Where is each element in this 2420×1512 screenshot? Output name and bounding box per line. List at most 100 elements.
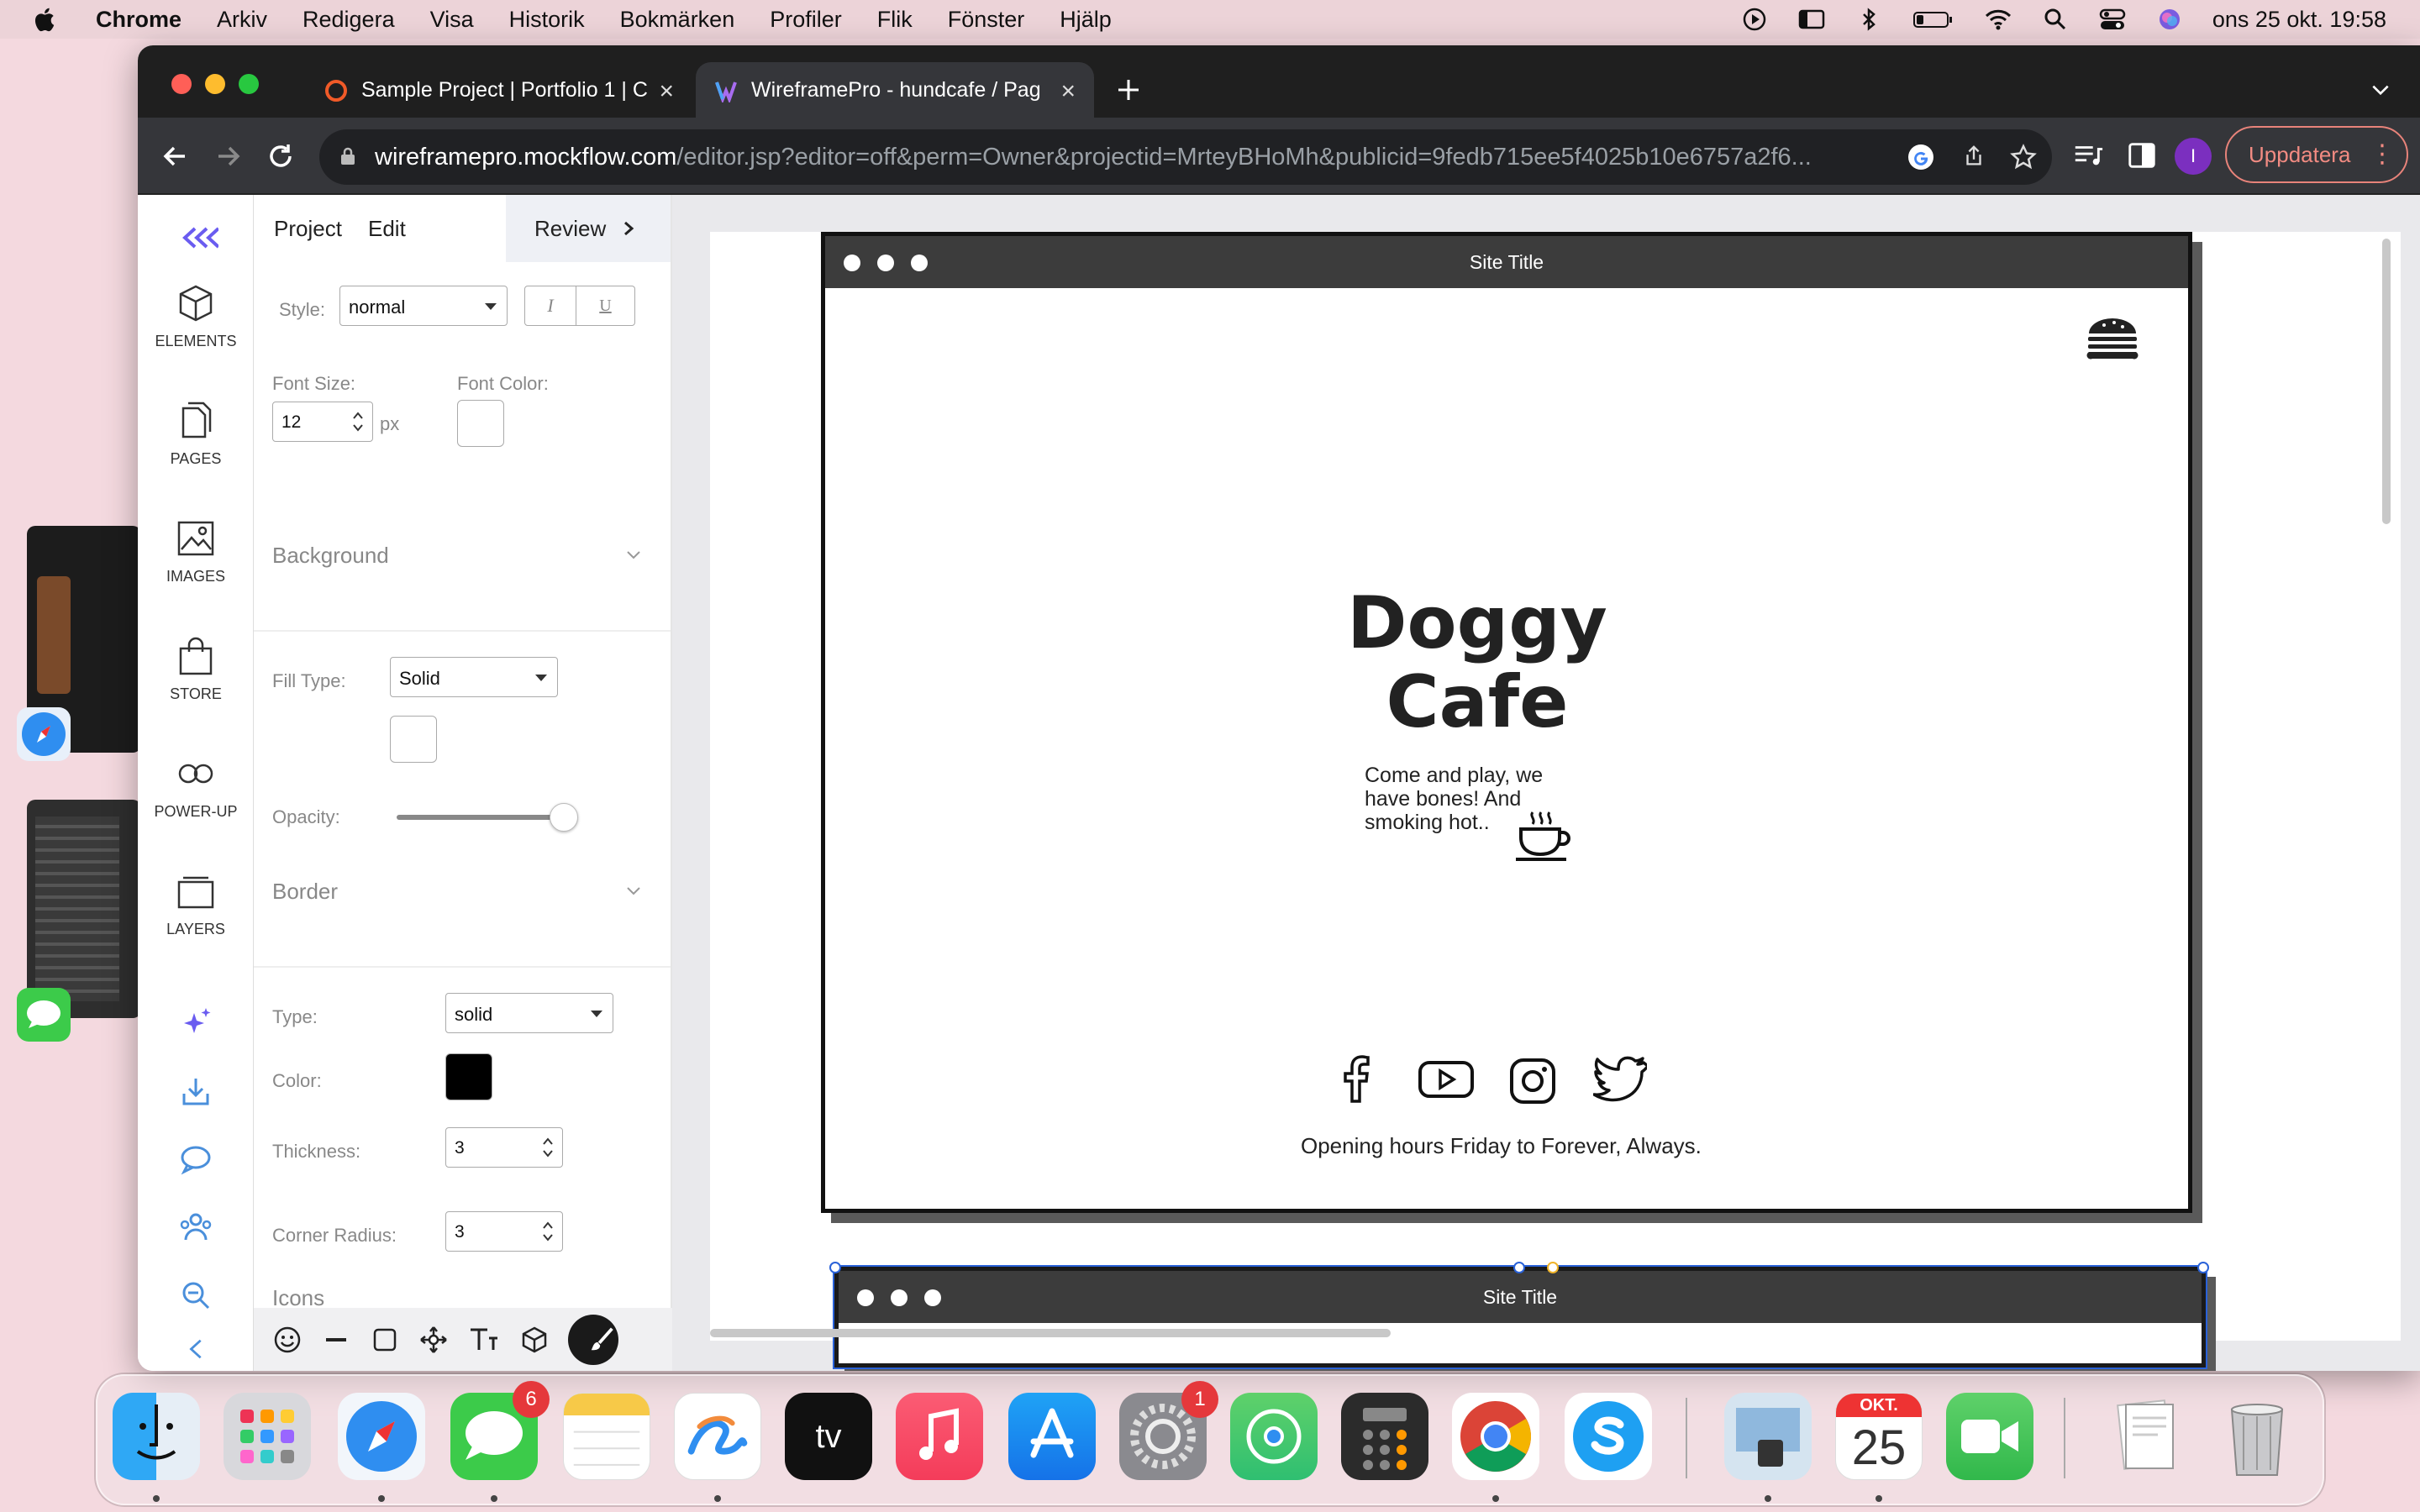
browser-wireframe-frame-2[interactable]: Site Title xyxy=(833,1265,2207,1369)
address-bar[interactable]: wireframepro.mockflow.com/editor.jsp?edi… xyxy=(319,129,2052,185)
ai-sparkle-icon[interactable] xyxy=(179,1006,213,1040)
wifi-icon[interactable] xyxy=(1984,7,2012,32)
dock-chrome-icon[interactable] xyxy=(1452,1393,1539,1480)
comment-icon[interactable] xyxy=(179,1142,213,1176)
corner-radius-stepper[interactable]: 3 xyxy=(445,1211,563,1252)
messages-icon[interactable] xyxy=(17,988,71,1042)
play-circle-icon[interactable] xyxy=(1740,7,1769,32)
dock-app-store-icon[interactable] xyxy=(1008,1393,1096,1480)
back-arrow-icon[interactable] xyxy=(158,139,192,173)
design-canvas[interactable]: Site Title Doggy Cafe Come and play, we … xyxy=(710,232,2401,1369)
menu-profiler[interactable]: Profiler xyxy=(770,7,842,33)
tab-sample-project[interactable]: Sample Project | Portfolio 1 | C × xyxy=(306,62,692,118)
menu-arkiv[interactable]: Arkiv xyxy=(217,7,267,33)
italic-button[interactable]: I xyxy=(524,286,576,326)
new-tab-plus-icon[interactable] xyxy=(1116,77,1141,102)
fill-type-select[interactable]: Solid xyxy=(390,657,558,697)
zoom-window-button[interactable] xyxy=(239,74,259,94)
update-button[interactable]: Uppdatera ⋮ xyxy=(2225,126,2408,183)
dock-documents-stack-icon[interactable] xyxy=(2102,1393,2190,1480)
apple-icon[interactable] xyxy=(32,6,55,33)
iconbar-layers[interactable]: LAYERS xyxy=(138,870,254,938)
border-section-header[interactable]: Border xyxy=(272,879,659,905)
dock-preview-icon[interactable] xyxy=(1724,1393,1812,1480)
menu-app-name[interactable]: Chrome xyxy=(96,7,182,33)
lock-icon[interactable] xyxy=(339,146,356,166)
opacity-slider-handle[interactable] xyxy=(550,803,578,832)
menu-bokmarken[interactable]: Bokmärken xyxy=(620,7,735,33)
rotate-handle[interactable] xyxy=(1547,1262,1559,1273)
style-select[interactable]: normal xyxy=(339,286,508,326)
horizontal-scrollbar[interactable] xyxy=(710,1329,1391,1337)
font-size-stepper[interactable]: 12 xyxy=(272,402,373,442)
rectangle-tool-icon[interactable] xyxy=(370,1325,400,1355)
border-color-swatch[interactable] xyxy=(445,1053,492,1100)
dock-apple-tv-icon[interactable]: tv xyxy=(785,1393,872,1480)
border-type-select[interactable]: solid xyxy=(445,993,613,1033)
download-icon[interactable] xyxy=(179,1075,213,1109)
tab-edit[interactable]: Edit xyxy=(368,216,406,242)
dock-freeform-icon[interactable] xyxy=(674,1393,761,1480)
collapse-double-chevron-icon[interactable] xyxy=(176,225,218,250)
media-queue-icon[interactable] xyxy=(2072,139,2104,171)
underline-button[interactable]: U xyxy=(576,286,635,326)
dock-messages-icon[interactable]: 6 xyxy=(450,1381,550,1480)
menu-redigera[interactable]: Redigera xyxy=(302,7,395,33)
burger-icon[interactable] xyxy=(2086,313,2139,364)
dock-launchpad-icon[interactable] xyxy=(224,1393,311,1480)
control-center-icon[interactable] xyxy=(2098,7,2127,32)
tab-review[interactable]: Review xyxy=(506,195,671,262)
stepper-arrows-icon[interactable] xyxy=(542,1135,554,1160)
opacity-slider-track[interactable] xyxy=(397,815,565,820)
dock-skype-icon[interactable] xyxy=(1565,1393,1652,1480)
team-users-icon[interactable] xyxy=(179,1210,213,1243)
share-icon[interactable] xyxy=(1961,144,1986,169)
side-panel-icon[interactable] xyxy=(2126,139,2158,171)
tab-project[interactable]: Project xyxy=(274,216,342,242)
menu-hjalp[interactable]: Hjälp xyxy=(1060,7,1112,33)
menu-historik[interactable]: Historik xyxy=(509,7,585,33)
font-color-swatch[interactable] xyxy=(457,400,504,447)
text-tool-icon[interactable] xyxy=(467,1325,501,1355)
iconbar-images[interactable]: IMAGES xyxy=(138,517,254,585)
google-icon[interactable] xyxy=(1907,144,1934,171)
dock-calculator-icon[interactable] xyxy=(1341,1393,1428,1480)
background-window-thumbnail-2[interactable] xyxy=(27,800,141,1018)
bookmark-star-icon[interactable] xyxy=(2010,144,2037,171)
selection-handle[interactable] xyxy=(2197,1262,2209,1273)
close-tab-icon[interactable]: × xyxy=(1060,77,1076,106)
background-section-header[interactable]: Background xyxy=(272,543,659,569)
menubar-datetime[interactable]: ons 25 okt. 19:58 xyxy=(2212,7,2386,33)
siri-icon[interactable] xyxy=(2155,7,2184,32)
minimize-window-button[interactable] xyxy=(205,74,225,94)
line-tool-icon[interactable] xyxy=(321,1325,351,1355)
battery-icon[interactable] xyxy=(1912,7,1955,32)
menu-flik[interactable]: Flik xyxy=(877,7,913,33)
facebook-icon[interactable] xyxy=(1331,1054,1381,1105)
move-tool-icon[interactable] xyxy=(418,1325,449,1355)
tab-search-chevron-icon[interactable] xyxy=(2370,79,2391,101)
dock-notes-icon[interactable] xyxy=(563,1393,650,1480)
kebab-menu-icon[interactable]: ⋮ xyxy=(2370,138,2395,171)
close-tab-icon[interactable]: × xyxy=(659,77,674,106)
tab-wireframepro[interactable]: WireframePro - hundcafe / Pag × xyxy=(696,62,1094,118)
instagram-icon[interactable] xyxy=(1507,1056,1558,1106)
fill-color-swatch[interactable] xyxy=(390,716,437,763)
profile-avatar[interactable]: I xyxy=(2175,138,2212,175)
thickness-stepper[interactable]: 3 xyxy=(445,1127,563,1168)
stepper-arrows-icon[interactable] xyxy=(352,409,364,434)
dock-calendar-icon[interactable]: OKT. 25 xyxy=(1835,1393,1923,1480)
iconbar-pages[interactable]: PAGES xyxy=(138,400,254,468)
iconbar-store[interactable]: STORE xyxy=(138,635,254,703)
spotlight-search-icon[interactable] xyxy=(2041,7,2070,32)
menu-visa[interactable]: Visa xyxy=(430,7,474,33)
vertical-scrollbar[interactable] xyxy=(2382,239,2391,524)
style-brush-button[interactable] xyxy=(568,1314,618,1365)
menu-fonster[interactable]: Fönster xyxy=(948,7,1025,33)
close-window-button[interactable] xyxy=(171,74,192,94)
dock-finder-icon[interactable] xyxy=(113,1393,200,1480)
youtube-icon[interactable] xyxy=(1417,1054,1476,1105)
dock-find-my-icon[interactable] xyxy=(1230,1393,1318,1480)
bluetooth-icon[interactable] xyxy=(1854,7,1883,32)
zoom-search-icon[interactable] xyxy=(179,1278,213,1312)
